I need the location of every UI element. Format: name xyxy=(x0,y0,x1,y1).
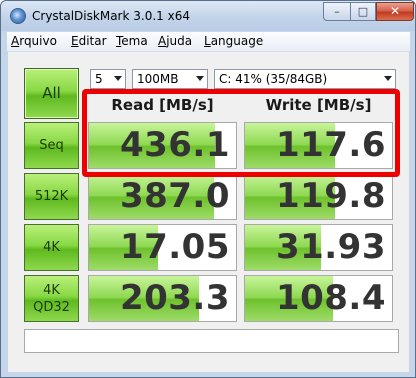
seq-test-button[interactable]: Seq xyxy=(24,122,79,169)
chevron-down-icon xyxy=(384,76,392,81)
menu-editar[interactable]: Editar xyxy=(71,34,107,48)
4k-write-value: 31.93 xyxy=(275,227,386,267)
4k-qd32-read-result: 203.3 xyxy=(88,275,237,322)
menu-language[interactable]: Language xyxy=(204,34,263,48)
test-label: 4K xyxy=(43,240,60,255)
4k-write-result: 31.93 xyxy=(244,224,393,271)
test-label-qd: QD32 xyxy=(33,300,70,315)
chevron-down-icon xyxy=(196,76,204,81)
512k-test-button[interactable]: 512K xyxy=(24,173,79,220)
menu-bar: Arquivo Editar Tema Ajuda Language xyxy=(7,32,410,52)
highlight-annotation xyxy=(82,89,400,177)
4k-read-result: 17.05 xyxy=(88,224,237,271)
all-button[interactable]: All xyxy=(24,68,79,119)
window-title: CrystalDiskMark 3.0.1 x64 xyxy=(32,9,190,23)
4k-qd32-write-value: 108.4 xyxy=(275,278,386,318)
menu-tema[interactable]: Tema xyxy=(116,34,148,48)
test-label: 512K xyxy=(34,189,69,204)
drive-select[interactable]: C: 41% (35/84GB) xyxy=(214,69,396,89)
4k-read-value: 17.05 xyxy=(119,227,230,267)
4k-qd32-read-value: 203.3 xyxy=(119,278,230,318)
runs-select[interactable]: 5 xyxy=(90,69,126,89)
chevron-down-icon xyxy=(114,76,122,81)
maximize-button[interactable]: □ xyxy=(350,2,376,21)
app-window: CrystalDiskMark 3.0.1 x64 – □ ✕ Arquivo … xyxy=(0,0,416,378)
crystaldiskmark-icon xyxy=(10,8,26,24)
size-select[interactable]: 100MB xyxy=(132,69,208,89)
size-value: 100MB xyxy=(137,72,179,86)
menu-arquivo[interactable]: Arquivo xyxy=(11,34,57,48)
512k-read-result: 387.0 xyxy=(88,173,237,220)
test-label: Seq xyxy=(39,138,64,153)
runs-value: 5 xyxy=(95,72,103,86)
4k-qd32-write-result: 108.4 xyxy=(244,275,393,322)
512k-write-value: 119.8 xyxy=(275,176,386,216)
comment-field[interactable] xyxy=(24,329,399,353)
512k-read-value: 387.0 xyxy=(119,176,230,216)
test-label: 4K xyxy=(43,283,60,298)
close-button[interactable]: ✕ xyxy=(376,2,414,21)
4k-test-button[interactable]: 4K xyxy=(24,224,79,271)
title-bar[interactable]: CrystalDiskMark 3.0.1 x64 – □ ✕ xyxy=(1,1,415,31)
minimize-button[interactable]: – xyxy=(323,2,350,21)
drive-value: C: 41% (35/84GB) xyxy=(219,72,328,86)
4k-qd32-test-button[interactable]: 4K QD32 xyxy=(24,275,79,322)
menu-ajuda[interactable]: Ajuda xyxy=(158,34,192,48)
512k-write-result: 119.8 xyxy=(244,173,393,220)
